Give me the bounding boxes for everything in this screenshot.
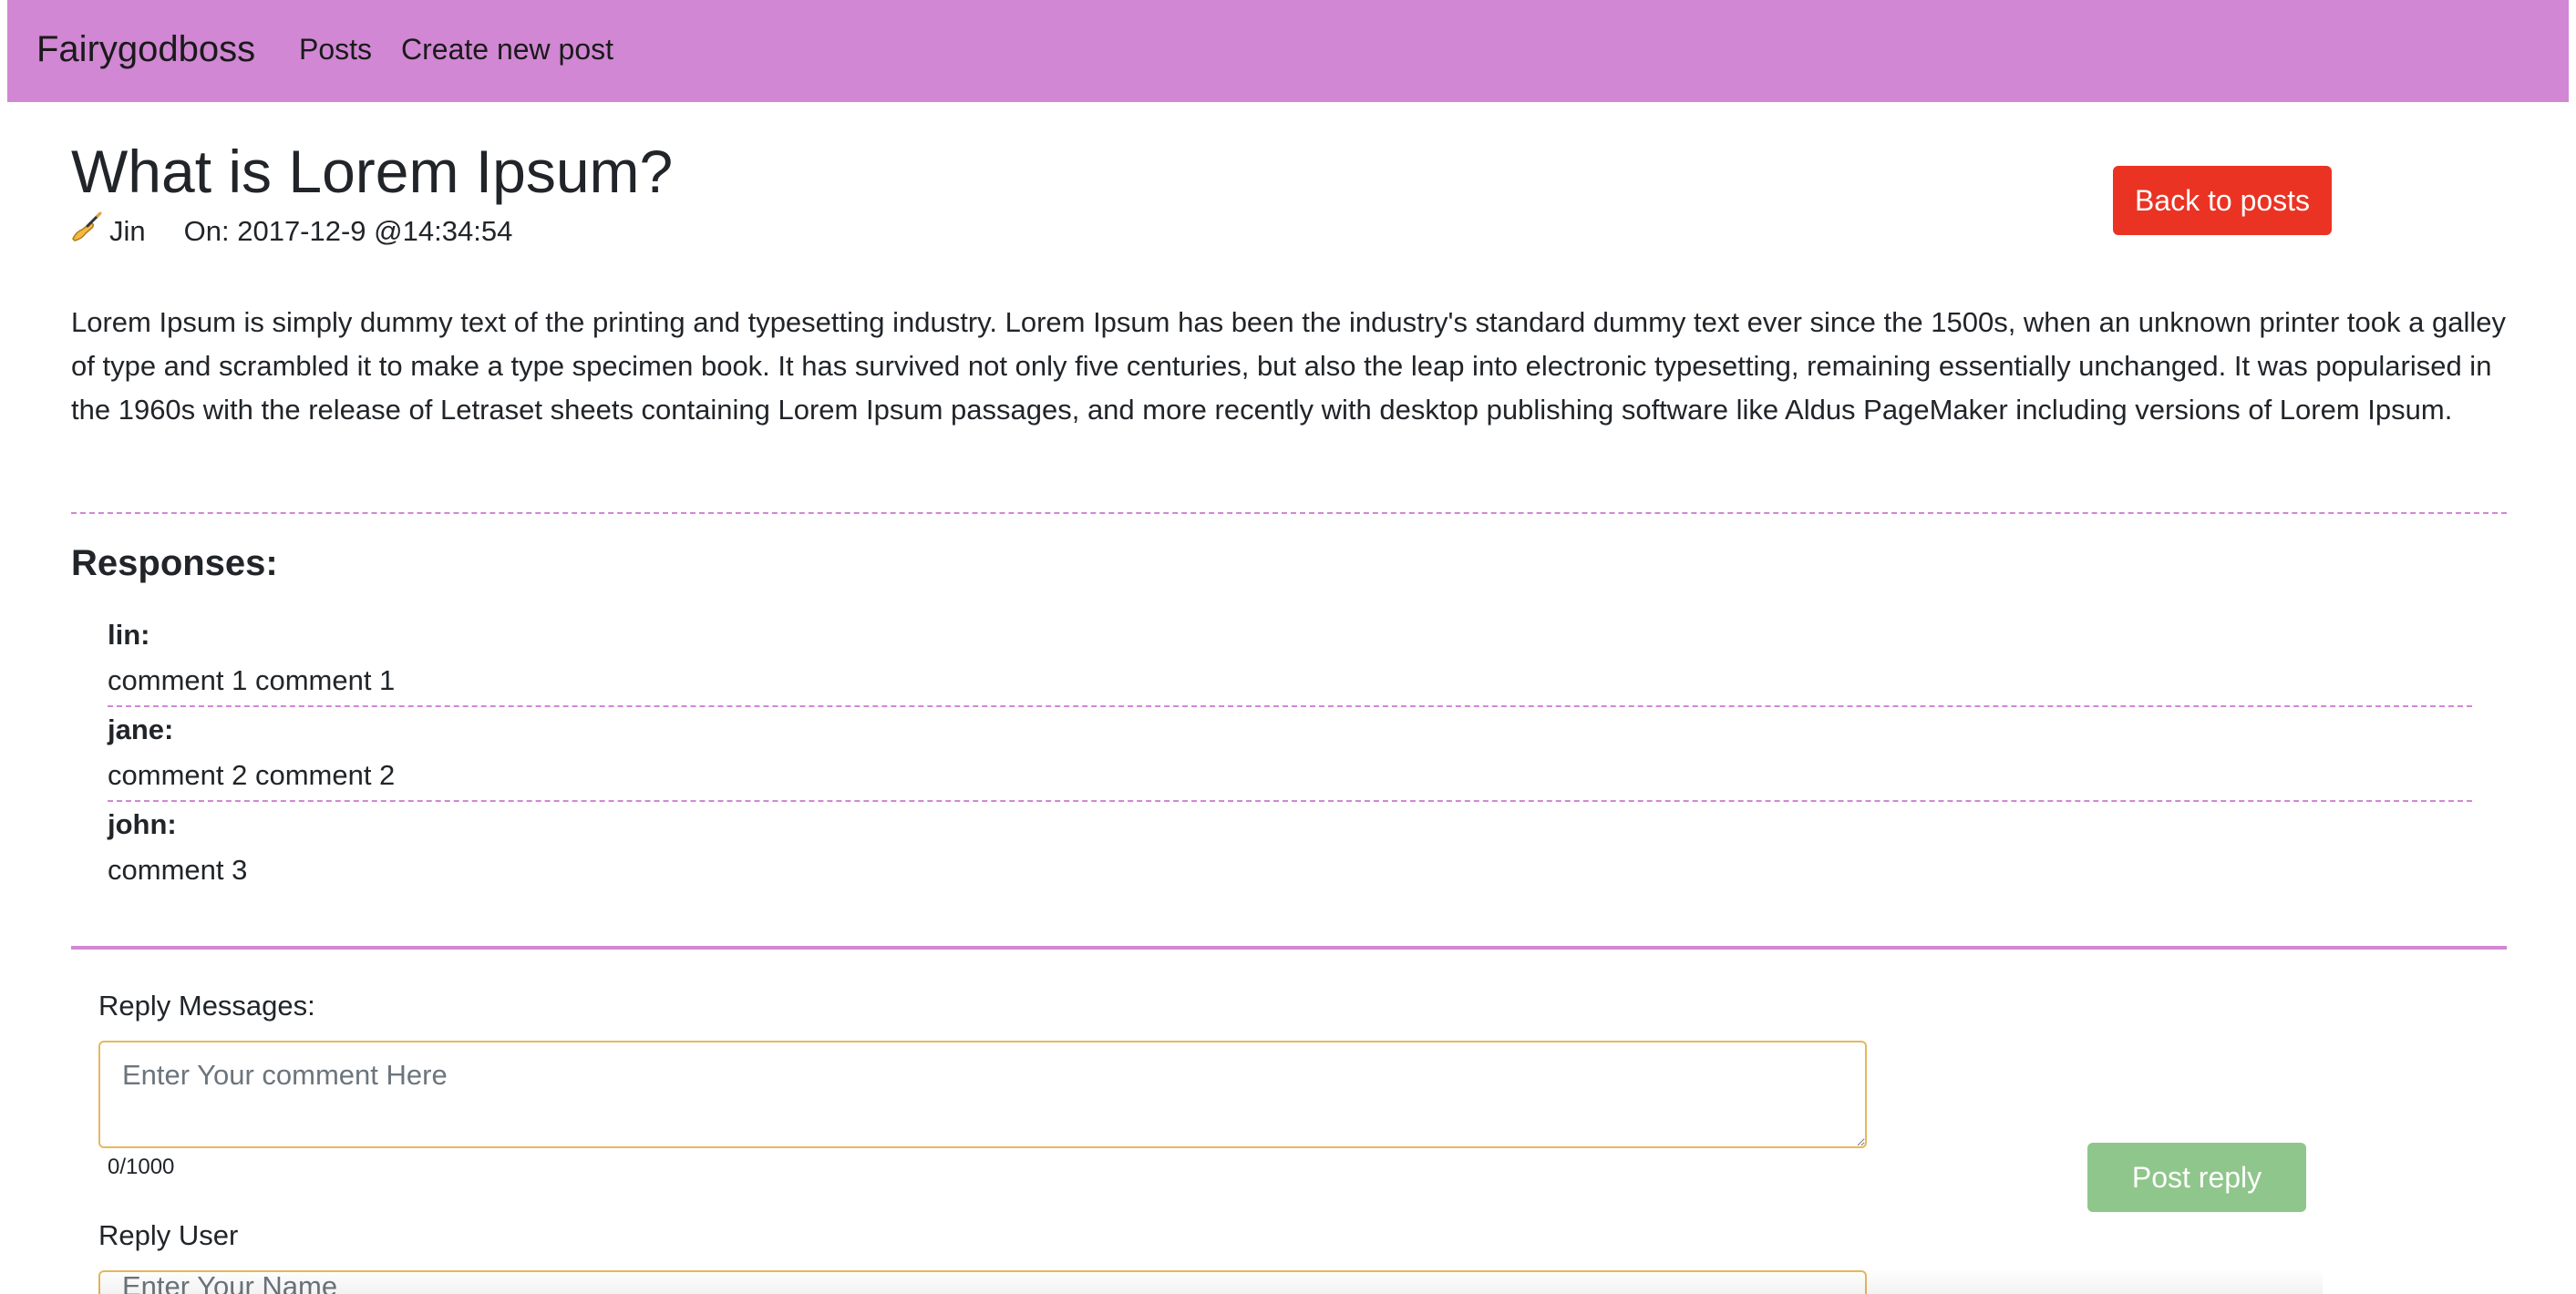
comment-list: lin: comment 1 comment 1 jane: comment 2…: [108, 612, 2472, 895]
post-author: Jin: [109, 215, 146, 247]
writing-hand-icon: [69, 211, 102, 244]
reply-divider: [71, 946, 2507, 950]
comment-item: jane: comment 2 comment 2: [108, 707, 2472, 802]
reply-user-input[interactable]: [98, 1270, 1867, 1294]
reply-user-label: Reply User: [98, 1219, 239, 1251]
post-body: Lorem Ipsum is simply dummy text of the …: [71, 306, 2506, 426]
post-title: What is Lorem Ipsum?: [71, 138, 674, 205]
post-reply-button[interactable]: Post reply: [2087, 1143, 2306, 1212]
comment-text: comment 3: [108, 854, 248, 886]
comment-user: jane:: [108, 714, 174, 745]
comment-user: lin:: [108, 619, 150, 651]
nav-create-post-link[interactable]: Create new post: [401, 27, 613, 71]
comment-user: john:: [108, 808, 177, 840]
comment-text: comment 1 comment 1: [108, 664, 396, 696]
brand-link[interactable]: Fairygodboss: [36, 24, 255, 75]
comment-item: lin: comment 1 comment 1: [108, 612, 2472, 707]
post-meta: Jin On: 2017-12-9 @14:34:54: [69, 211, 512, 252]
comment-item: john: comment 3: [108, 802, 2472, 895]
responses-heading: Responses:: [71, 543, 278, 583]
top-navbar: Fairygodboss Posts Create new post: [7, 0, 2569, 102]
reply-messages-label: Reply Messages:: [98, 990, 315, 1022]
post-divider: [71, 512, 2507, 514]
post-date: On: 2017-12-9 @14:34:54: [183, 215, 513, 247]
character-counter: 0/1000: [108, 1155, 175, 1179]
reply-message-textarea[interactable]: [98, 1041, 1867, 1148]
nav-posts-link[interactable]: Posts: [299, 27, 372, 71]
back-to-posts-button[interactable]: Back to posts: [2113, 166, 2332, 235]
comment-text: comment 2 comment 2: [108, 759, 396, 791]
